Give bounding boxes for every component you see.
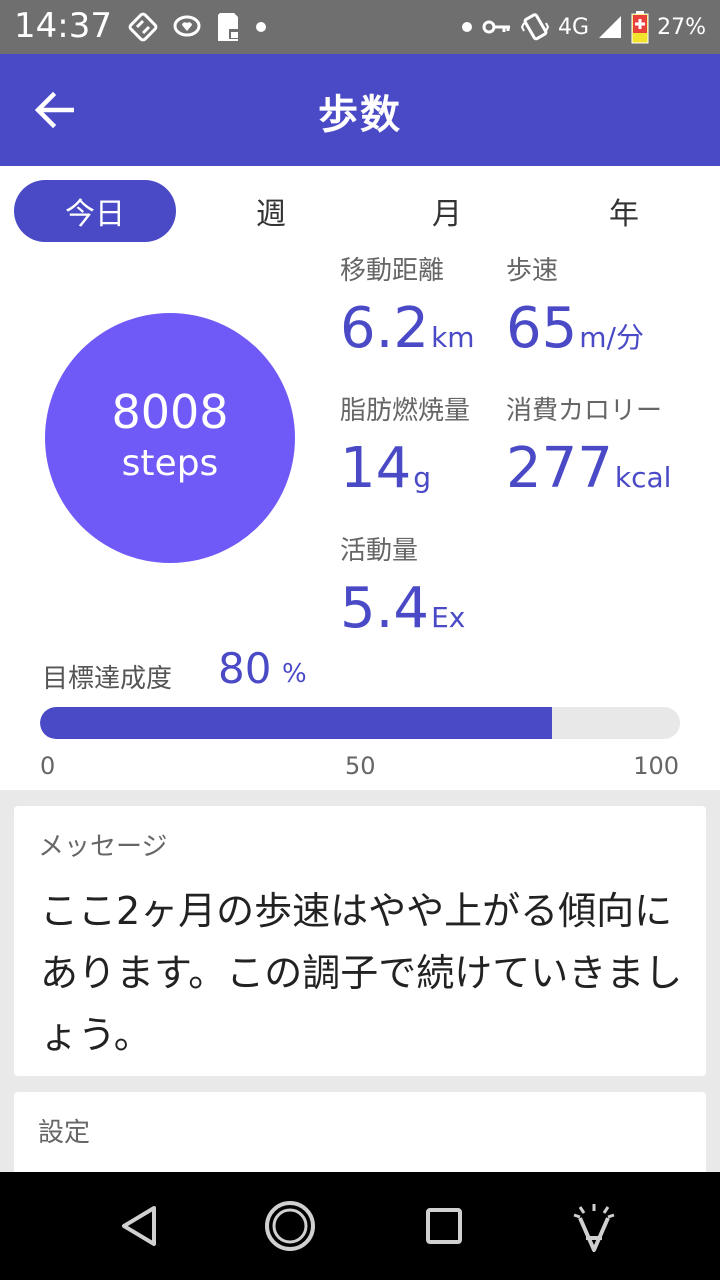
scale-label-min: 0 [40, 752, 56, 780]
goal-label: 目標達成度 [42, 664, 173, 694]
status-right-icons: 4G 27% [460, 8, 706, 46]
tab-year[interactable]: 年 [543, 180, 705, 242]
stat-value: 277 [506, 436, 613, 501]
goal-progress-bar [40, 707, 680, 739]
battery-percent: 27% [657, 14, 706, 40]
stat-unit: km [431, 321, 475, 354]
key-icon [482, 20, 511, 34]
stat-label: 歩速 [506, 256, 559, 286]
stat-label: 消費カロリー [506, 396, 663, 426]
message-body: ここ2ヶ月の歩速はやや上がる傾向にあります。この調子で続けていきましょう。 [40, 889, 683, 1057]
stat-fat-burn: 脂肪燃焼量 14g [340, 396, 470, 498]
stat-value: 65 [506, 296, 578, 361]
settings-title: 設定 [38, 1118, 91, 1148]
settings-card[interactable]: 設定 [14, 1092, 706, 1172]
steps-count: 8008 [111, 385, 229, 439]
stat-label: 移動距離 [340, 256, 445, 286]
dot-icon [462, 22, 473, 32]
steps-unit: steps [121, 443, 219, 484]
home-circle-icon [265, 1201, 315, 1251]
nav-back-button[interactable] [108, 1196, 168, 1256]
network-type: 4G [558, 14, 590, 40]
status-time: 14:37 [14, 6, 112, 46]
nav-home-button[interactable] [260, 1196, 320, 1256]
sd-card-icon [218, 13, 239, 41]
stat-unit: g [413, 461, 432, 494]
message-card: メッセージ ここ2ヶ月の歩速はやや上がる傾向にあります。この調子で続けていきまし… [14, 806, 706, 1076]
cards-background: メッセージ ここ2ヶ月の歩速はやや上がる傾向にあります。この調子で続けていきまし… [0, 790, 720, 1172]
period-tabs: 今日 週 月 年 [0, 180, 720, 244]
stat-activity: 活動量 5.4Ex [340, 536, 465, 638]
message-title: メッセージ [38, 832, 168, 862]
goal-progress-fill [40, 707, 552, 739]
vibrate-icon [520, 13, 550, 41]
tab-month[interactable]: 月 [366, 180, 528, 242]
accessibility-icon [573, 1204, 615, 1252]
stat-unit: m/分 [579, 321, 644, 354]
stat-distance: 移動距離 6.2km [340, 256, 475, 358]
nav-accessibility-button[interactable] [564, 1196, 624, 1256]
nav-recents-button[interactable] [414, 1196, 474, 1256]
app-bar: 歩数 [0, 54, 720, 166]
stat-label: 脂肪燃焼量 [340, 396, 471, 426]
heart-chat-icon [173, 15, 201, 37]
navigation-bar [0, 1172, 720, 1280]
tab-week[interactable]: 週 [190, 180, 352, 242]
stat-value: 5.4 [340, 576, 430, 641]
recents-square-icon [426, 1208, 462, 1244]
goal-value: 80 [218, 644, 272, 693]
dot-icon [256, 22, 266, 32]
page-title: 歩数 [318, 92, 402, 138]
stat-unit: kcal [614, 461, 672, 494]
stat-value: 6.2 [340, 296, 430, 361]
stat-pace: 歩速 65m/分 [506, 256, 644, 358]
stat-value: 14 [340, 436, 412, 501]
back-triangle-icon [122, 1206, 156, 1246]
stat-unit: Ex [431, 601, 466, 634]
battery-icon [631, 11, 649, 44]
status-left-icons [126, 10, 268, 44]
stat-calories: 消費カロリー 277kcal [506, 396, 671, 498]
scale-label-mid: 50 [345, 752, 376, 780]
stat-label: 活動量 [340, 536, 419, 566]
steps-circle: 8008 steps [45, 313, 295, 563]
sync-icon [128, 12, 158, 42]
tab-today[interactable]: 今日 [14, 180, 176, 242]
status-bar: 14:37 4G 27% [0, 0, 720, 54]
signal-icon [599, 16, 622, 38]
goal-unit: % [282, 659, 307, 689]
scale-label-max: 100 [633, 752, 679, 780]
